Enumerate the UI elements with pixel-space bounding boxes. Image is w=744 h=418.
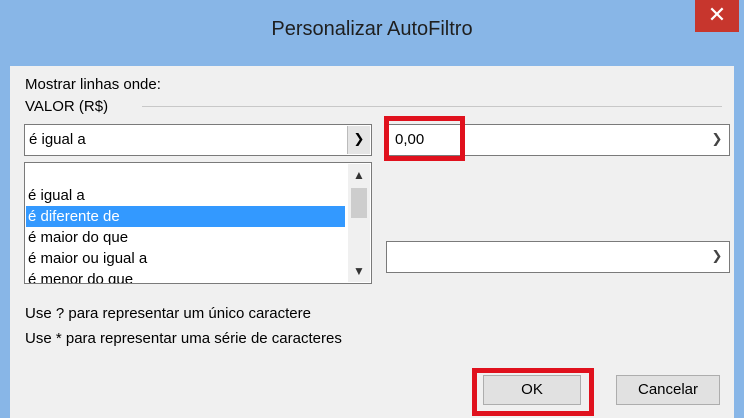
value-combo-1[interactable]: 0,00 ❯ xyxy=(386,124,730,156)
close-icon: ✕ xyxy=(707,2,727,27)
value-combo-1-value: 0,00 xyxy=(395,131,425,148)
ok-button[interactable]: OK xyxy=(483,375,581,405)
list-scrollbar[interactable]: ▲ ▼ xyxy=(348,164,370,282)
chevron-down-icon[interactable]: ▼ xyxy=(348,260,370,282)
scrollbar-thumb[interactable] xyxy=(351,188,367,218)
cancel-button[interactable]: Cancelar xyxy=(616,375,720,405)
field-label: VALOR (R$) xyxy=(25,98,109,115)
operator-combo-1-value: é igual a xyxy=(29,131,86,148)
chevron-down-icon[interactable]: ❯ xyxy=(706,243,728,271)
hint-series: Use * para representar uma série de cara… xyxy=(25,330,342,347)
list-item[interactable] xyxy=(26,164,345,185)
window-frame-left xyxy=(0,66,10,418)
dialog-title: Personalizar AutoFiltro xyxy=(271,18,473,40)
list-item[interactable]: é maior do que xyxy=(26,227,345,248)
hint-single-char: Use ? para representar um único caracter… xyxy=(25,305,311,322)
close-button[interactable]: ✕ xyxy=(695,0,739,32)
title-bar[interactable]: Personalizar AutoFiltro ✕ xyxy=(0,0,744,66)
operator-dropdown-list[interactable]: é igual a é diferente de é maior do que … xyxy=(24,162,372,284)
chevron-up-icon[interactable]: ▲ xyxy=(348,164,370,186)
list-item[interactable]: é menor do que xyxy=(26,269,345,283)
group-divider xyxy=(142,106,722,107)
window-frame-right xyxy=(734,66,744,418)
operator-combo-1[interactable]: é igual a ❯ xyxy=(24,124,372,156)
chevron-down-icon[interactable]: ❯ xyxy=(706,126,728,154)
list-item-selected[interactable]: é diferente de xyxy=(26,206,345,227)
chevron-down-icon[interactable]: ❯ xyxy=(347,126,370,154)
show-rows-label: Mostrar linhas onde: xyxy=(25,76,161,93)
list-item[interactable]: é maior ou igual a xyxy=(26,248,345,269)
value-combo-2[interactable]: ❯ xyxy=(386,241,730,273)
list-item[interactable]: é igual a xyxy=(26,185,345,206)
